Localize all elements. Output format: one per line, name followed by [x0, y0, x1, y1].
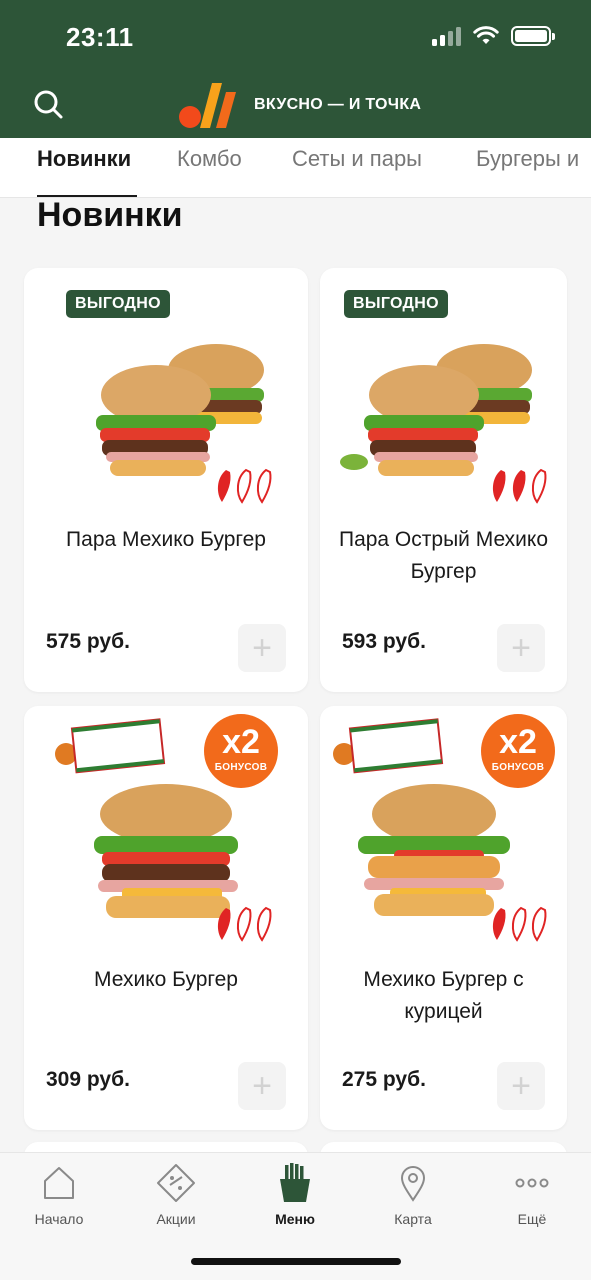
mexican-promo-label: [333, 718, 444, 774]
product-card[interactable]: x2 БОНУСОВ Мехико Бургер с курицей 275 р…: [320, 706, 567, 1130]
chicken-burger-image: [358, 784, 510, 916]
product-price: 593 руб.: [342, 630, 426, 653]
section-title: Новинки: [37, 196, 183, 234]
nav-label: Акции: [156, 1211, 196, 1227]
burger-pair-image: [340, 344, 532, 476]
product-name: Пара Мехико Бургер: [66, 528, 266, 551]
map-pin-icon: [400, 1166, 426, 1202]
bonus-multiplier: x2: [222, 723, 260, 761]
bonus-label: БОНУСОВ: [491, 762, 545, 773]
add-to-cart-button[interactable]: +: [238, 624, 286, 672]
nav-item-menu[interactable]: Меню: [245, 1163, 345, 1227]
product-card[interactable]: ВЫГОДНО Пара Острый Мехико Бургер 593 ру…: [320, 268, 567, 692]
tab-burgery[interactable]: Бургеры и: [476, 146, 579, 172]
home-indicator: [191, 1258, 401, 1265]
bonus-x2-badge: x2 БОНУСОВ: [204, 714, 278, 788]
wifi-icon: [473, 26, 499, 44]
burger-pair-image: [96, 344, 264, 476]
product-name: Пара Острый Мехико Бургер: [338, 528, 549, 583]
product-price: 575 руб.: [46, 630, 130, 653]
tab-sety-i-pary[interactable]: Сеты и пары: [292, 146, 422, 172]
nav-item-map[interactable]: Карта: [363, 1163, 463, 1227]
status-time: 23:11: [66, 22, 134, 52]
value-badge: ВЫГОДНО: [66, 290, 170, 318]
brand-name: ВКУСНО — И ТОЧКА: [254, 96, 422, 113]
product-card[interactable]: x2 БОНУСОВ Мехико Бургер 309 руб. +: [24, 706, 308, 1130]
brand-logo: ВКУСНО — И ТОЧКА: [178, 80, 421, 130]
battery-icon: [511, 26, 555, 46]
home-icon: [44, 1167, 74, 1199]
nav-item-promotions[interactable]: Акции: [126, 1163, 226, 1227]
spicy-level-icon: [217, 906, 272, 942]
nav-label: Начало: [34, 1211, 84, 1227]
nav-item-home[interactable]: Начало: [9, 1163, 109, 1227]
spicy-level-icon: [217, 468, 272, 504]
bonus-label: БОНУСОВ: [214, 762, 268, 773]
add-to-cart-button[interactable]: +: [238, 1062, 286, 1110]
category-tabs: Новинки Комбо Сеты и пары Бургеры и: [0, 138, 591, 198]
app-header: 23:11 ВКУСНО — И ТОЧКА: [0, 0, 591, 138]
mexican-promo-label: [55, 718, 166, 774]
product-name: Мехико Бургер с курицей: [363, 968, 524, 1023]
burger-image: [94, 784, 238, 918]
bonus-x2-badge: x2 БОНУСОВ: [481, 714, 555, 788]
more-icon: [515, 1178, 549, 1188]
product-name: Мехико Бургер: [94, 968, 238, 991]
add-to-cart-button[interactable]: +: [497, 1062, 545, 1110]
product-price: 275 руб.: [342, 1068, 426, 1091]
cellular-signal-icon: [432, 26, 461, 46]
tab-kombo[interactable]: Комбо: [177, 146, 242, 172]
status-icons: [432, 26, 555, 46]
product-card[interactable]: ВЫГОДНО Пара Мехико Бургер 575 руб. +: [24, 268, 308, 692]
nav-label: Карта: [394, 1211, 432, 1227]
spicy-level-icon: [492, 468, 547, 504]
spicy-level-icon: [492, 906, 547, 942]
bonus-multiplier: x2: [499, 723, 537, 761]
tab-novinki[interactable]: Новинки: [37, 146, 131, 172]
nav-item-more[interactable]: Ещё: [482, 1163, 582, 1227]
product-price: 309 руб.: [46, 1068, 130, 1091]
logo-mark-icon: [179, 83, 236, 128]
value-badge: ВЫГОДНО: [344, 290, 448, 318]
nav-label: Ещё: [517, 1211, 547, 1227]
fries-icon: [280, 1163, 310, 1202]
add-to-cart-button[interactable]: +: [497, 624, 545, 672]
nav-label: Меню: [275, 1211, 315, 1227]
coupon-icon: [157, 1164, 195, 1202]
search-icon[interactable]: [32, 88, 64, 120]
